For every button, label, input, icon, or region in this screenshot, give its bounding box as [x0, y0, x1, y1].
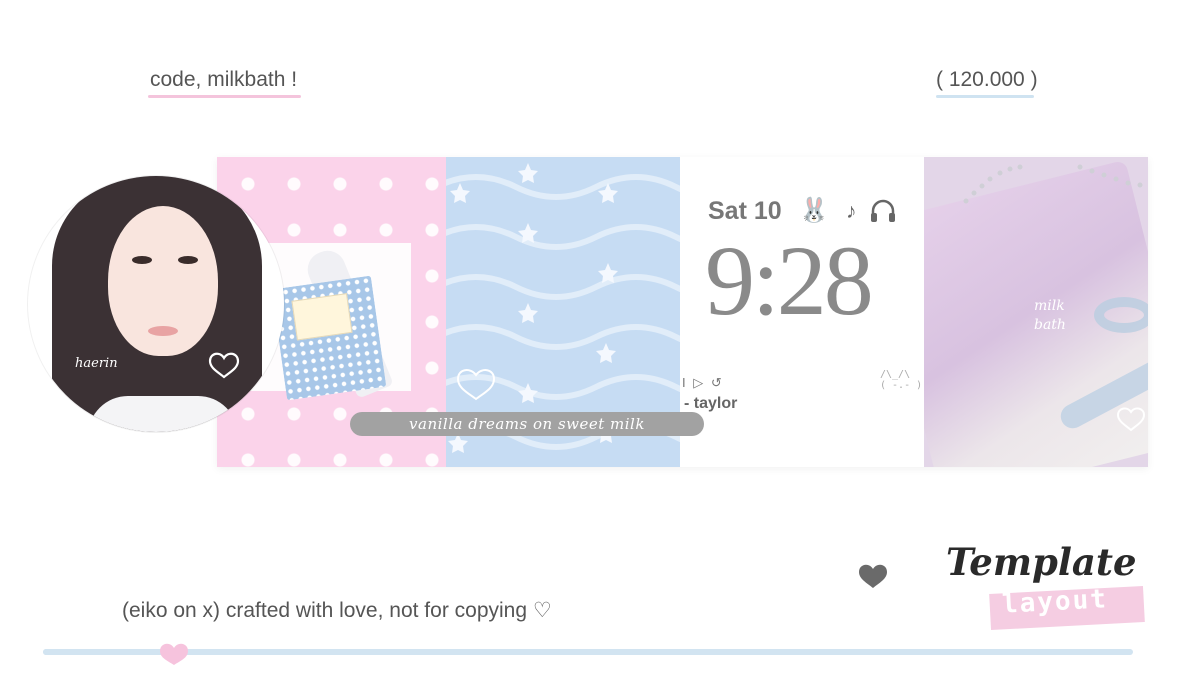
- notebook-card: [291, 293, 353, 341]
- ribbon-loop: [1094, 297, 1148, 333]
- progress-fill: [43, 649, 174, 655]
- heart-solid-icon[interactable]: [858, 560, 888, 590]
- caption-line-2: bath: [1034, 316, 1066, 333]
- song-title-pill: vanilla dreams on sweet milk: [350, 412, 704, 436]
- avatar-shirt: [88, 396, 238, 432]
- heart-outline-icon: [208, 352, 240, 379]
- avatar-name-caption: haerin: [75, 356, 118, 371]
- lockscreen-date: Sat 10: [708, 197, 782, 225]
- heart-knob-icon[interactable]: [159, 640, 189, 666]
- headphones-icon: [871, 199, 895, 222]
- lilac-silk-panel: milk bath: [924, 157, 1148, 467]
- rhinestone-trim: [963, 164, 1143, 204]
- media-controls[interactable]: I ▷ ↺: [682, 375, 724, 391]
- bunny-icon: 🐰: [799, 197, 829, 224]
- lockscreen-panel: Sat 10 🐰 ♪ 9:28 I ▷ ↺ - taylor /\_/\ ( -…: [680, 157, 924, 467]
- artist-name: - taylor: [684, 395, 738, 412]
- milk-bath-caption: milk bath: [1034, 297, 1066, 335]
- caption-line-1: milk: [1034, 298, 1065, 314]
- avatar-eye-right: [178, 256, 198, 264]
- avatar-lips: [148, 326, 178, 336]
- header-right-underline: [936, 95, 1034, 98]
- header-right-text: ( 120.000 ): [936, 68, 1038, 98]
- profile-avatar[interactable]: haerin: [28, 176, 284, 432]
- song-title: vanilla dreams on sweet milk: [409, 415, 645, 433]
- notebook-decoration: [271, 275, 387, 401]
- music-note-icon: ♪: [846, 200, 857, 223]
- header-left-underline: [148, 95, 302, 98]
- header-left-label: code, milkbath !: [150, 68, 298, 91]
- header-right-label: ( 120.000 ): [936, 68, 1038, 91]
- avatar-eye-left: [132, 256, 152, 264]
- template-badge-subtitle: layout: [1001, 584, 1109, 620]
- heart-outline-icon: [1116, 407, 1146, 432]
- footer-credit: (eiko on x) crafted with love, not for c…: [122, 599, 552, 622]
- progress-track[interactable]: [43, 649, 1133, 655]
- header-left-text: code, milkbath !: [148, 68, 302, 98]
- lockscreen-time: 9:28: [705, 225, 874, 336]
- cat-ascii-art: /\_/\ ( -.- ): [880, 369, 923, 391]
- template-badge-title: Template: [946, 540, 1137, 584]
